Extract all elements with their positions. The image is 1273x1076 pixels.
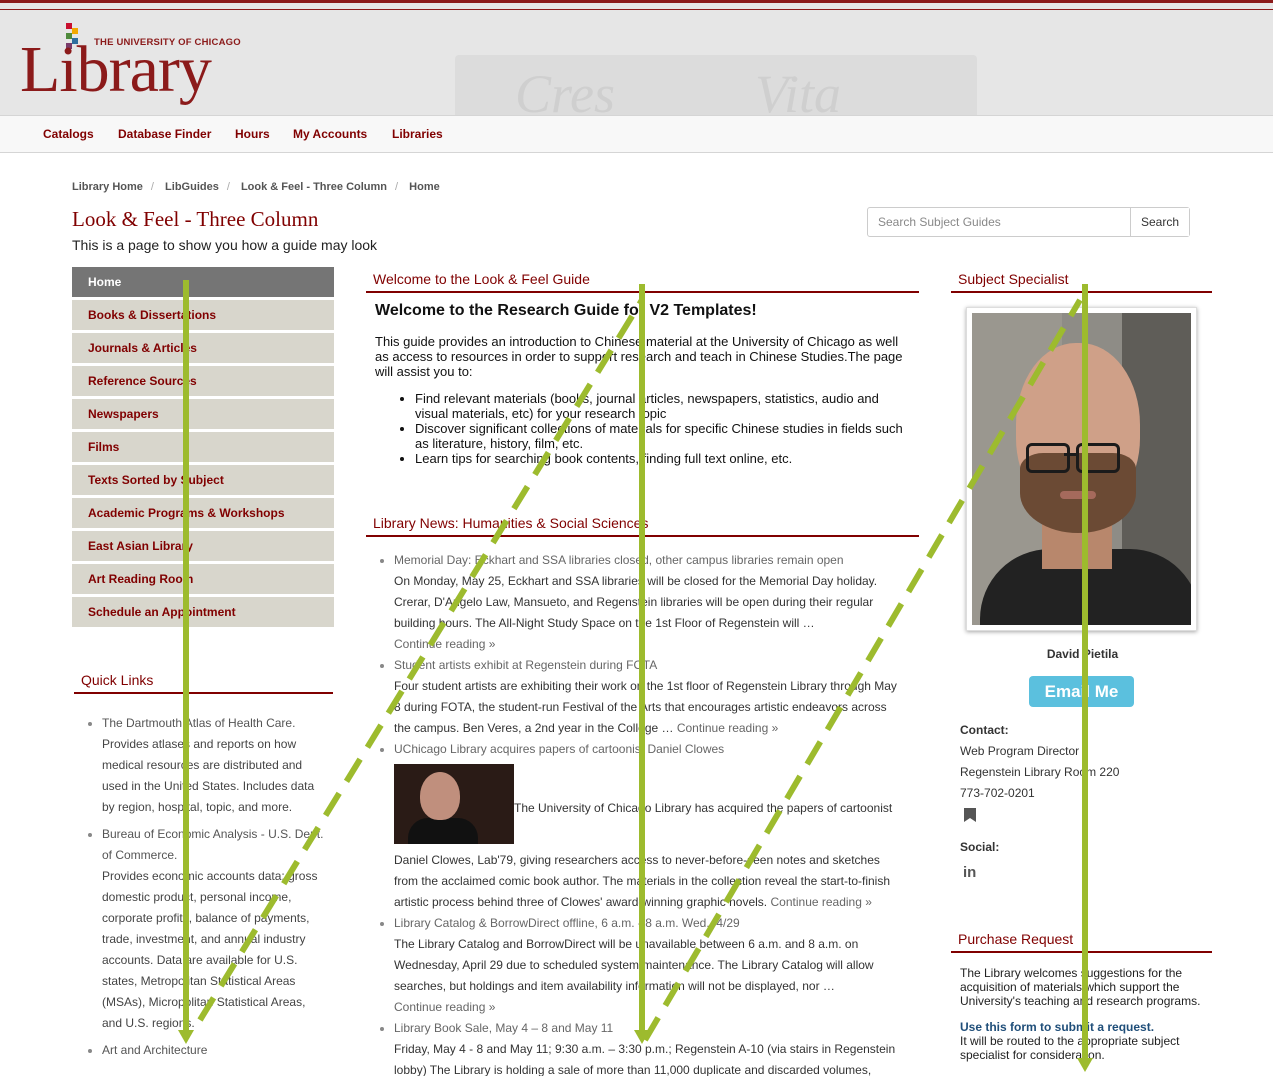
news-title[interactable]: UChicago Library acquires papers of cart… — [394, 742, 724, 756]
news-image-caption: The University of Chicago Library has ac… — [514, 801, 893, 815]
news-thumbnail — [394, 764, 514, 844]
breadcrumb-current: Home — [409, 181, 440, 193]
sidebar-item-books[interactable]: Books & Dissertations — [72, 300, 334, 330]
nav-catalogs[interactable]: Catalogs — [43, 127, 94, 141]
breadcrumb-guide[interactable]: Look & Feel - Three Column — [241, 181, 387, 193]
specialist-heading: Subject Specialist — [951, 271, 1212, 293]
contact-office: Regenstein Library Room 220 — [960, 765, 1120, 779]
sidebar-item-east-asian[interactable]: East Asian Library — [72, 531, 334, 561]
news-item: Library Book Sale, May 4 – 8 and May 11 … — [394, 1018, 905, 1076]
purchase-heading: Purchase Request — [951, 931, 1212, 953]
specialist-name: David Pietila — [1046, 647, 1119, 661]
list-item: Discover significant collections of mate… — [415, 421, 905, 451]
guide-search: Search — [867, 207, 1190, 237]
sidebar-item-home[interactable]: Home — [72, 267, 334, 297]
search-input[interactable] — [868, 208, 1130, 236]
list-item: Learn tips for searching book contents, … — [415, 451, 905, 466]
list-item: Bureau of Economic Analysis - U.S. Dept.… — [102, 824, 328, 1034]
news-list: Memorial Day: Eckhart and SSA libraries … — [380, 550, 905, 1076]
continue-reading-link[interactable]: Continue reading » — [394, 637, 495, 651]
sidebar-item-newspapers[interactable]: Newspapers — [72, 399, 334, 429]
social-label: Social: — [960, 840, 1000, 854]
quick-link-title[interactable]: The Dartmouth Atlas of Health Care. — [102, 716, 295, 730]
list-item: Art and Architecture — [102, 1040, 328, 1061]
purchase-note: It will be routed to the appropriate sub… — [960, 1034, 1180, 1062]
continue-reading-link[interactable]: Continue reading » — [394, 1000, 495, 1014]
contact-title: Web Program Director — [960, 744, 1080, 758]
quick-link-title[interactable]: Art and Architecture — [102, 1043, 207, 1057]
nav-my-accounts[interactable]: My Accounts — [293, 127, 367, 141]
news-body: The Library Catalog and BorrowDirect wil… — [394, 937, 874, 993]
news-title[interactable]: Student artists exhibit at Regenstein du… — [394, 658, 657, 672]
quick-link-desc: Provides economic accounts data: gross d… — [102, 869, 318, 1030]
purchase-body: The Library welcomes suggestions for the… — [960, 966, 1201, 1008]
news-item: Library Catalog & BorrowDirect offline, … — [394, 913, 905, 1018]
nav-database-finder[interactable]: Database Finder — [118, 127, 211, 141]
specialist-photo — [966, 307, 1197, 631]
purchase-box: The Library welcomes suggestions for the… — [960, 966, 1210, 1062]
sidebar-item-academic[interactable]: Academic Programs & Workshops — [72, 498, 334, 528]
news-body: Friday, May 4 - 8 and May 11; 9:30 a.m. … — [394, 1042, 896, 1076]
email-me-button[interactable]: Email Me — [1029, 676, 1134, 707]
welcome-heading: Welcome to the Look & Feel Guide — [366, 271, 919, 293]
logo-library-text: Library — [20, 33, 212, 106]
contact-phone: 773-702-0201 — [960, 786, 1035, 800]
quick-link-title[interactable]: Bureau of Economic Analysis - U.S. Dept.… — [102, 827, 323, 862]
breadcrumb-library-home[interactable]: Library Home — [72, 181, 143, 193]
sidebar-item-appointment[interactable]: Schedule an Appointment — [72, 597, 334, 627]
news-title[interactable]: Memorial Day: Eckhart and SSA libraries … — [394, 553, 844, 567]
quick-links-list: The Dartmouth Atlas of Health Care. Provi… — [88, 713, 328, 1067]
library-logo[interactable]: THE UNIVERSITY OF CHICAGO Library — [20, 17, 250, 109]
breadcrumb: Library Home / LibGuides / Look & Feel - T… — [72, 181, 440, 193]
news-item: UChicago Library acquires papers of cart… — [394, 739, 905, 913]
news-item: Student artists exhibit at Regenstein du… — [394, 655, 905, 739]
quick-links-heading: Quick Links — [74, 672, 333, 694]
linkedin-icon[interactable]: in — [963, 864, 976, 881]
quick-link-desc: Provides atlases and reports on how medi… — [102, 737, 315, 814]
purchase-form-link[interactable]: Use this form to submit a request. — [960, 1020, 1154, 1034]
nav-hours[interactable]: Hours — [235, 127, 270, 141]
page-subtitle: This is a page to show you how a guide m… — [72, 237, 378, 253]
sidebar-item-journals[interactable]: Journals & Articles — [72, 333, 334, 363]
crest-banner: Cres Vita — [455, 55, 977, 124]
guide-sidebar-nav: Home Books & Dissertations Journals & Ar… — [72, 267, 334, 630]
news-item: Memorial Day: Eckhart and SSA libraries … — [394, 550, 905, 655]
breadcrumb-libguides[interactable]: LibGuides — [165, 181, 219, 193]
header-rule — [0, 9, 1273, 10]
news-body: On Monday, May 25, Eckhart and SSA libra… — [394, 574, 878, 630]
continue-reading-link[interactable]: Continue reading » — [677, 721, 778, 735]
list-item: Find relevant materials (books, journal … — [415, 391, 905, 421]
search-button[interactable]: Search — [1130, 208, 1189, 236]
news-image-row: The University of Chicago Library has ac… — [394, 764, 905, 848]
sidebar-item-art-reading[interactable]: Art Reading Room — [72, 564, 334, 594]
welcome-bullets: Find relevant materials (books, journal … — [415, 391, 905, 466]
news-title[interactable]: Library Catalog & BorrowDirect offline, … — [394, 916, 740, 930]
welcome-title: Welcome to the Research Guide for V2 Tem… — [375, 302, 757, 319]
welcome-intro: This guide provides an introduction to C… — [375, 334, 903, 379]
sidebar-item-reference[interactable]: Reference Sources — [72, 366, 334, 396]
specialist-contact: Contact: Web Program Director Regenstein… — [960, 720, 1200, 804]
news-body: Four student artists are exhibiting thei… — [394, 679, 897, 735]
continue-reading-link[interactable]: Continue reading » — [771, 895, 872, 909]
page-title: Look & Feel - Three Column — [72, 207, 319, 231]
list-item: The Dartmouth Atlas of Health Care. Provi… — [102, 713, 328, 818]
sidebar-item-texts[interactable]: Texts Sorted by Subject — [72, 465, 334, 495]
news-title[interactable]: Library Book Sale, May 4 – 8 and May 11 — [394, 1021, 613, 1035]
sidebar-item-films[interactable]: Films — [72, 432, 334, 462]
main-navbar: Catalogs Database Finder Hours My Accoun… — [0, 115, 1273, 153]
welcome-box: Welcome to the Research Guide for V2 Tem… — [375, 302, 905, 466]
news-heading: Library News: Humanities & Social Scienc… — [366, 515, 919, 537]
contact-label: Contact: — [960, 723, 1009, 737]
bookmark-icon[interactable] — [964, 808, 976, 822]
nav-libraries[interactable]: Libraries — [392, 127, 443, 141]
